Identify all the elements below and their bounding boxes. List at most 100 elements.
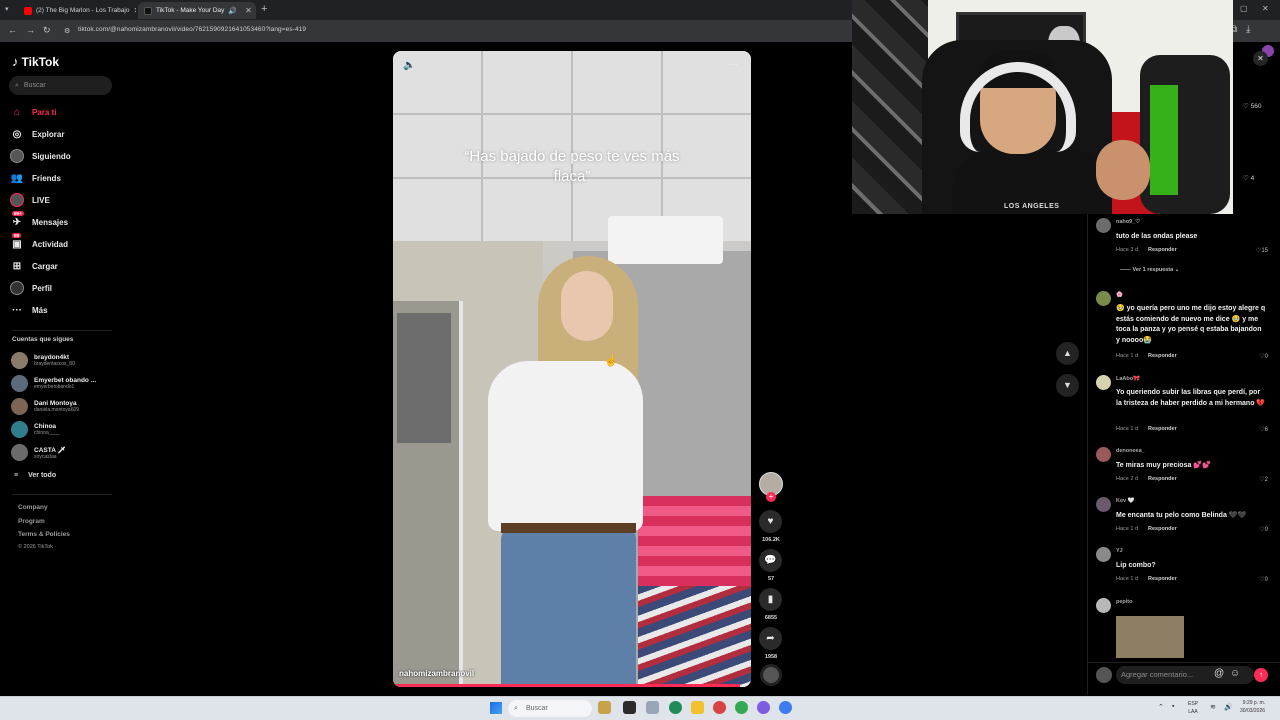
taskbar-clock[interactable]: 9:29 p. m. 30/03/2026 — [1240, 699, 1265, 715]
mention-icon[interactable]: @ — [1214, 668, 1224, 679]
nav-siguiendo[interactable]: Siguiendo — [10, 148, 71, 164]
tray-app-icon[interactable]: ▪ — [1172, 703, 1174, 710]
widgets-icon[interactable] — [646, 701, 659, 714]
send-button[interactable]: ↑ — [1254, 668, 1268, 682]
nav-mas[interactable]: ··· Más — [10, 302, 48, 318]
comment-like[interactable]: ♡15 — [1248, 247, 1268, 254]
like-button[interactable]: ♥ — [759, 510, 782, 533]
close-window-icon[interactable]: ✕ — [1262, 4, 1269, 13]
comment-like[interactable]: ♡2 — [1248, 476, 1268, 483]
tray-chevron-icon[interactable]: ⌃ — [1158, 703, 1164, 711]
app-icon[interactable] — [779, 701, 792, 714]
volume-tray-icon[interactable]: 🔊 — [1224, 703, 1233, 711]
nav-friends[interactable]: 👥 Friends — [10, 170, 61, 186]
video-progress-bar[interactable] — [393, 684, 751, 687]
back-icon[interactable]: ← — [8, 25, 17, 35]
reload-icon[interactable]: ↻ — [43, 25, 51, 36]
reply-button[interactable]: Responder — [1148, 426, 1177, 432]
comment-sticker-image[interactable] — [1116, 616, 1184, 658]
footer-program[interactable]: Program — [18, 518, 45, 525]
comment-user[interactable]: naho9_♡ — [1116, 219, 1140, 225]
avatar[interactable] — [1096, 447, 1111, 462]
url-field[interactable]: tiktok.com/@nahomizambranovil/video/7621… — [78, 26, 306, 33]
comment-user[interactable]: pepito — [1116, 599, 1133, 605]
music-disc-icon[interactable] — [760, 664, 782, 686]
avatar[interactable] — [1096, 218, 1111, 233]
previous-video-button[interactable]: ▲ — [1056, 342, 1079, 365]
chrome-icon[interactable] — [735, 701, 748, 714]
share-button[interactable]: ➦ — [759, 627, 782, 650]
emoji-icon[interactable]: ☺ — [1230, 668, 1240, 679]
avatar[interactable] — [1096, 598, 1111, 613]
app-icon[interactable] — [713, 701, 726, 714]
video-author-handle[interactable]: nahomizambranovil — [399, 669, 474, 678]
account-name: CASTA 🗡 — [34, 446, 66, 454]
download-icon[interactable]: ⤓ — [1246, 24, 1250, 35]
comment-like[interactable]: ♡0 — [1248, 576, 1268, 583]
speaker-icon[interactable]: 🔊 — [228, 7, 237, 15]
wifi-icon[interactable]: ≋ — [1210, 703, 1216, 711]
reply-button[interactable]: Responder — [1148, 353, 1177, 359]
following-account[interactable]: CASTA 🗡 soycastaa — [11, 444, 66, 461]
discord-icon[interactable] — [757, 701, 770, 714]
tiktok-logo[interactable]: ♪ TikTok — [12, 54, 59, 69]
tab-search-icon[interactable]: ▾ — [5, 5, 9, 13]
language-indicator[interactable]: ESP LAA — [1188, 700, 1198, 716]
follow-plus-icon[interactable]: + — [766, 492, 776, 502]
following-account[interactable]: Emyerbet obando ... emyerbetobando1 — [11, 375, 96, 392]
avatar[interactable] — [1096, 291, 1111, 306]
view-replies-toggle[interactable]: —— Ver 1 respuesta ⌄ — [1120, 267, 1179, 273]
windows-start-icon[interactable] — [490, 702, 502, 714]
file-explorer-icon[interactable] — [691, 701, 704, 714]
hat-icon[interactable] — [598, 701, 611, 714]
comment-user[interactable]: LaAbo🎀 — [1116, 376, 1140, 382]
tab-youtube[interactable]: (2) The Big Marlon - Los Trabajo ✕ — [18, 2, 136, 19]
site-info-icon[interactable]: ⚙ — [64, 27, 70, 35]
following-account[interactable]: Dani Montoya daniela.montoya609 — [11, 398, 79, 415]
forward-icon[interactable]: → — [26, 25, 35, 35]
clock-date: 30/03/2026 — [1240, 708, 1266, 714]
following-account[interactable]: braydon4kt braydentascos_80 — [11, 352, 75, 369]
comment-user[interactable]: denoneea_ — [1116, 448, 1145, 454]
close-tab-icon[interactable]: ✕ — [133, 6, 136, 15]
new-tab-button[interactable]: + — [261, 3, 267, 15]
footer-company[interactable]: Company — [18, 504, 48, 511]
avatar[interactable] — [1096, 375, 1111, 390]
footer-terms[interactable]: Terms & Policies — [18, 531, 70, 538]
nav-mensajes[interactable]: ✈ 99+ Mensajes — [10, 211, 68, 230]
tab-tiktok[interactable]: TikTok - Make Your Day 🔊 ✕ — [138, 2, 256, 19]
volume-icon[interactable]: 🔈 — [403, 60, 415, 71]
following-account[interactable]: Chinoa chinoa____ — [11, 421, 60, 438]
reply-button[interactable]: Responder — [1148, 476, 1177, 482]
next-video-button[interactable]: ▼ — [1056, 374, 1079, 397]
nav-para-ti[interactable]: ⌂ Para ti — [10, 104, 57, 120]
task-view-icon[interactable] — [623, 701, 636, 714]
comment-button[interactable]: 💬 — [759, 549, 782, 572]
nav-actividad[interactable]: ▣ 99 Actividad — [10, 233, 68, 252]
comment-like[interactable]: ♡6 — [1248, 426, 1268, 433]
nav-live[interactable]: LIVE — [10, 192, 50, 208]
reply-button[interactable]: Responder — [1148, 576, 1177, 582]
maximize-icon[interactable]: ▢ — [1240, 4, 1248, 13]
comment-like[interactable]: ♡0 — [1248, 526, 1268, 533]
reply-button[interactable]: Responder — [1148, 247, 1177, 253]
nav-cargar[interactable]: ⊞ Cargar — [10, 258, 58, 274]
reply-button[interactable]: Responder — [1148, 526, 1177, 532]
avatar[interactable] — [1096, 547, 1111, 562]
taskbar-search[interactable]: ⌕ Buscar — [508, 700, 592, 717]
avatar[interactable] — [1096, 497, 1111, 512]
comment-user[interactable]: Kev 🤍 — [1116, 498, 1134, 504]
edge-icon[interactable] — [669, 701, 682, 714]
comment-user[interactable]: 🌸 — [1116, 292, 1123, 298]
nav-perfil[interactable]: Perfil — [10, 280, 52, 296]
video-player[interactable]: “Has bajado de peso te ves más flaca” 🔈 … — [393, 51, 751, 687]
comment-like[interactable]: ♡0 — [1248, 353, 1268, 360]
comment-user[interactable]: YJ — [1116, 548, 1123, 554]
close-tab-icon[interactable]: ✕ — [245, 6, 252, 15]
nav-explorar[interactable]: ◎ Explorar — [10, 126, 65, 142]
more-options-icon[interactable]: ··· — [728, 59, 738, 70]
search-input[interactable]: ⌕ Buscar — [9, 76, 112, 95]
see-all-link[interactable]: ≡ Ver todo — [14, 472, 56, 479]
save-button[interactable]: ▮ — [759, 588, 782, 611]
close-panel-button[interactable]: ✕ — [1253, 51, 1268, 66]
